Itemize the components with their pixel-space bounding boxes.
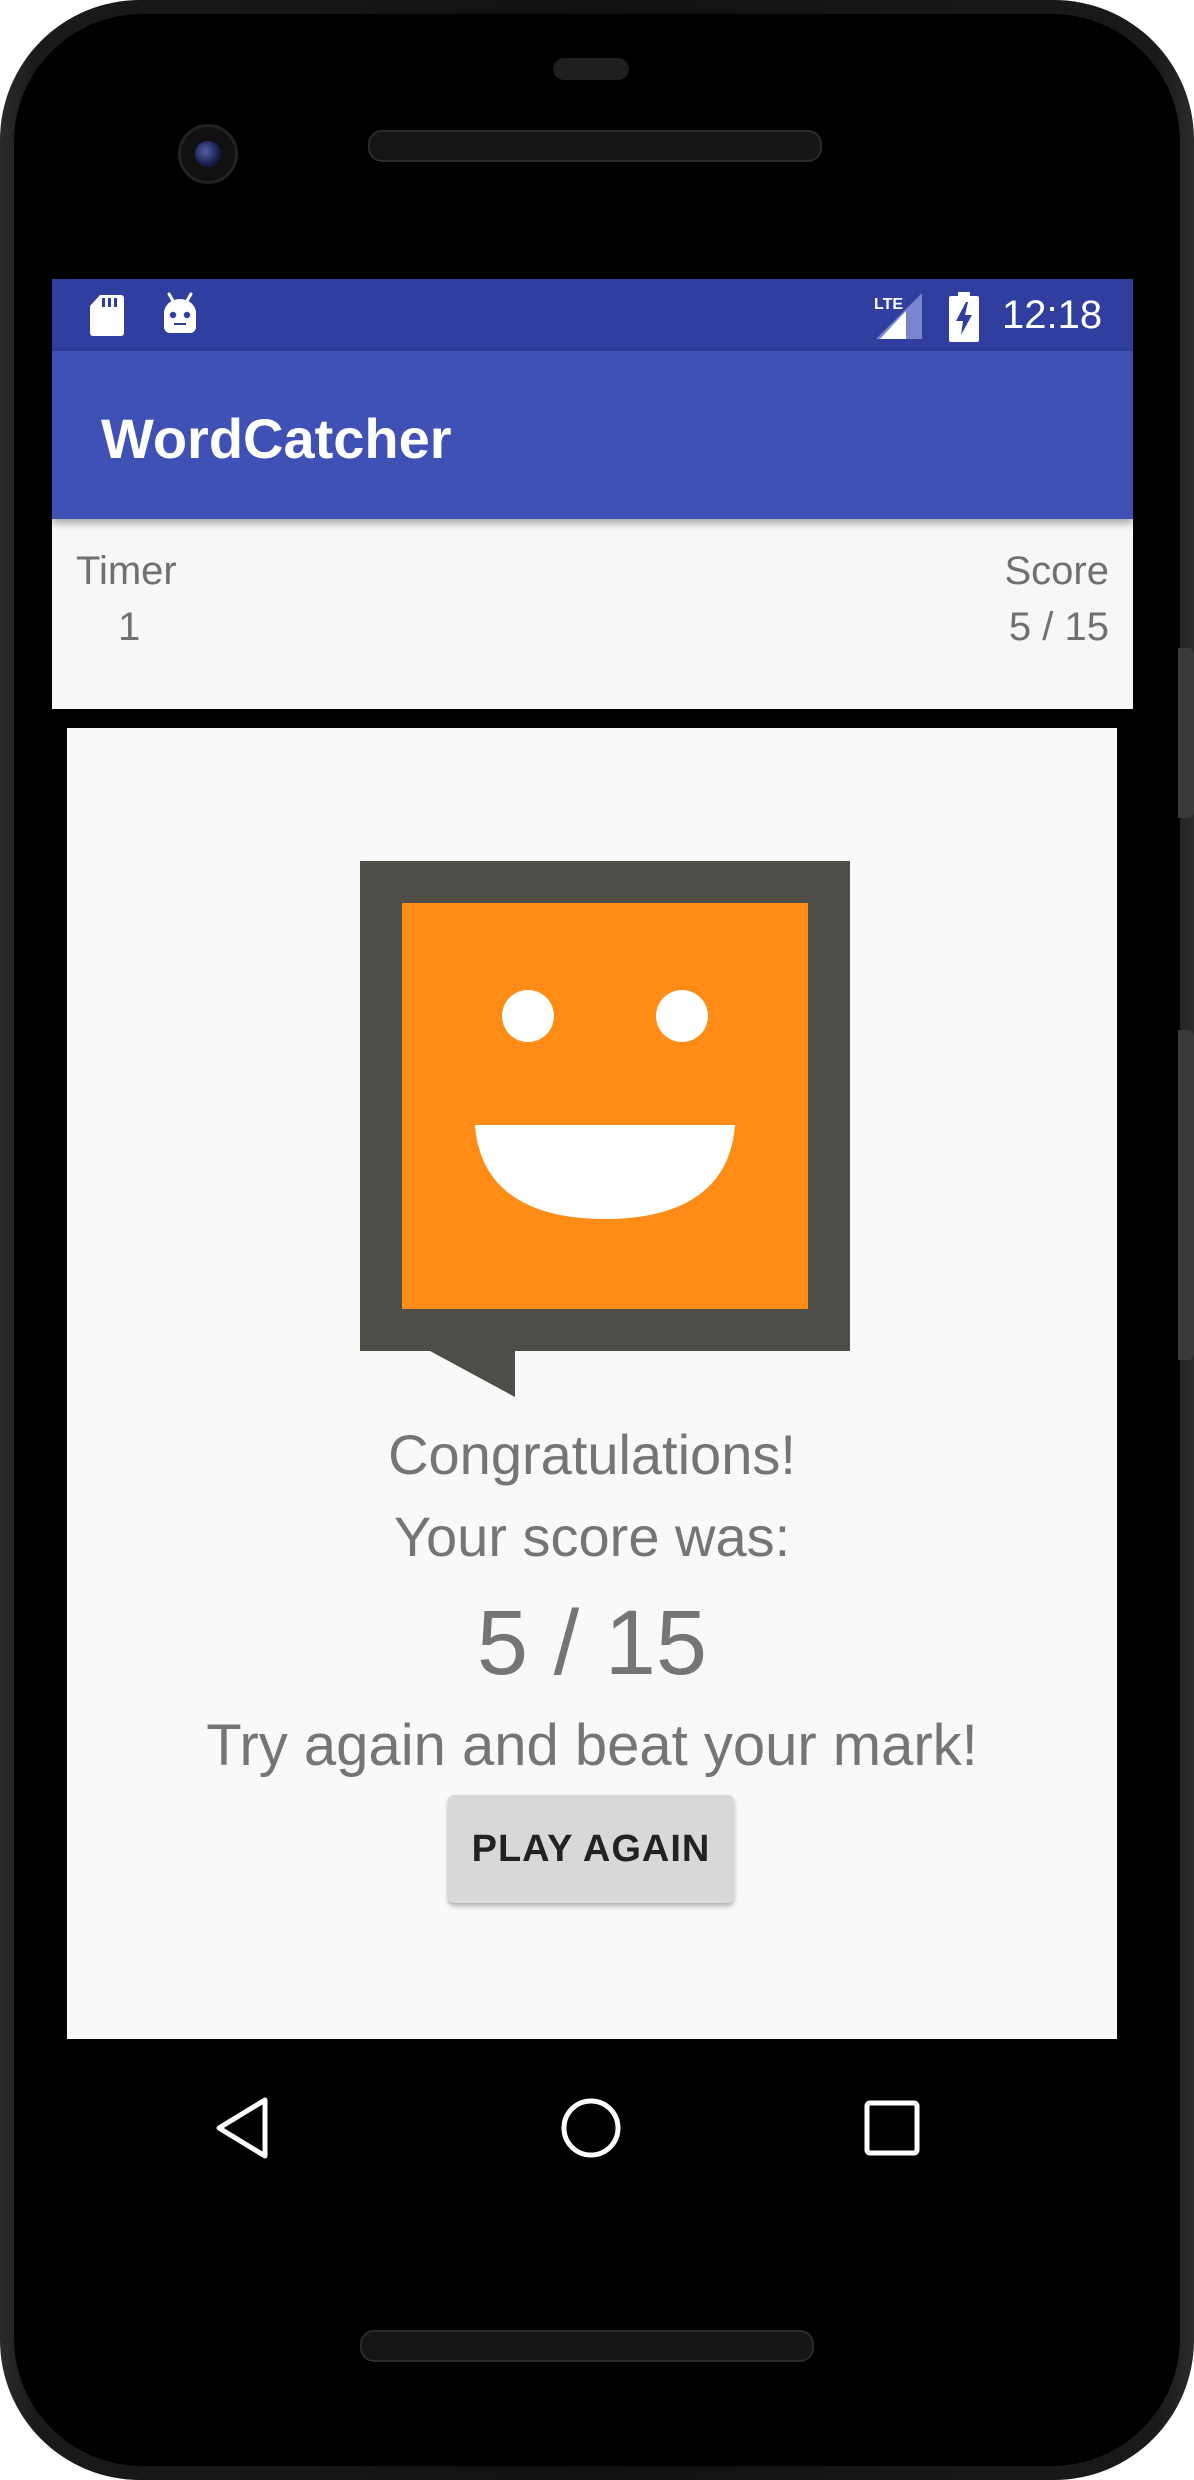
sd-card-icon [90,295,124,336]
power-button [1178,648,1194,818]
front-camera [178,124,238,184]
earpiece [553,58,629,80]
status-bar: LTE 12:18 [52,279,1133,351]
lte-signal-icon: LTE [874,293,922,339]
stats-header: Timer 1 Score 5 / 15 [52,519,1133,709]
screen: LTE 12:18 WordCatcher Timer 1 Score 5 / … [52,279,1133,2042]
final-score: 5 / 15 [476,1592,708,1694]
status-clock: 12:18 [1002,293,1103,337]
timer-label: Timer [76,549,177,593]
encouragement-text: Try again and beat your mark! [206,1713,978,1778]
result-dialog: Congratulations! Your score was: 5 / 15 … [67,728,1117,2039]
battery-charging-icon [949,292,979,342]
timer-value: 1 [118,605,141,649]
app-bar: WordCatcher [52,351,1133,519]
bottom-speaker-grille [360,2330,814,2362]
smiley-speech-bubble-icon [360,861,850,1397]
top-speaker-grille [368,130,822,162]
back-icon[interactable] [211,2094,279,2162]
svg-text:LTE: LTE [874,296,903,313]
congratulations-text: Congratulations! [388,1423,796,1486]
android-debug-icon [164,292,196,333]
play-again-button[interactable]: PLAY AGAIN [448,1795,734,1903]
score-intro-text: Your score was: [393,1505,791,1568]
app-title: WordCatcher [101,407,452,470]
volume-button [1178,1030,1194,1360]
home-icon[interactable] [557,2094,625,2162]
score-value: 5 / 15 [1008,605,1109,649]
recents-icon[interactable] [860,2096,924,2160]
score-label: Score [1004,549,1110,593]
